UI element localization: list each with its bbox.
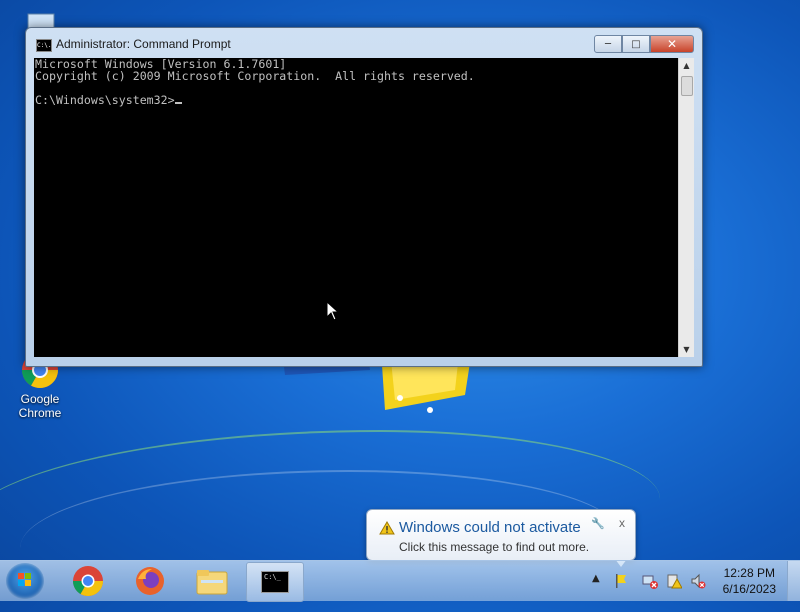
command-prompt-window[interactable]: C:\. Administrator: Command Prompt ─ □ ✕… [25,27,703,367]
minimize-button[interactable]: ─ [594,35,622,53]
cmd-icon: C:\_ [261,571,289,593]
taskbar-command-prompt-button[interactable]: C:\_ [246,562,304,602]
desktop-icon-label: Google Chrome [18,392,62,420]
caption-buttons: ─ □ ✕ [594,35,694,53]
taskbar: C:\_ ▲ 12:28 PM 6/16/2023 [0,560,800,602]
maximize-button[interactable]: □ [622,35,650,53]
cmd-icon-text: C:\_ [264,573,281,581]
vertical-scrollbar[interactable]: ▲ ▼ [678,58,694,357]
scroll-up-arrow-icon[interactable]: ▲ [679,58,694,73]
console-prompt: C:\Windows\system32> [35,93,175,107]
title-bar[interactable]: C:\. Administrator: Command Prompt ─ □ ✕ [26,28,702,58]
console-output[interactable]: Microsoft Windows [Version 6.1.7601] Cop… [34,58,678,357]
wrench-options-icon[interactable]: 🔧 [591,517,605,530]
activation-notification-balloon[interactable]: Windows could not activate Click this me… [366,509,636,567]
console-line: Copyright (c) 2009 Microsoft Corporation… [35,69,475,83]
action-center-flag-icon[interactable] [614,573,628,592]
mouse-pointer-icon [326,300,340,325]
windows-logo-icon [18,573,31,586]
system-clock[interactable]: 12:28 PM 6/16/2023 [723,565,776,597]
cmd-window-icon[interactable]: C:\. [36,39,52,52]
window-title: Administrator: Command Prompt [56,37,231,51]
clock-date: 6/16/2023 [722,582,776,596]
firefox-icon [136,567,164,595]
text-cursor [174,102,182,104]
chrome-icon [73,566,103,597]
warning-icon [379,521,395,540]
close-button[interactable]: ✕ [650,35,694,53]
start-button[interactable] [6,563,44,599]
network-error-icon[interactable] [642,573,658,592]
balloon-message[interactable]: Click this message to find out more. [399,540,589,554]
power-warning-icon[interactable] [666,573,683,592]
taskbar-chrome-button[interactable] [60,562,116,600]
volume-muted-icon[interactable] [690,573,706,592]
show-desktop-button[interactable] [787,561,800,601]
scroll-down-arrow-icon[interactable]: ▼ [679,342,694,357]
clock-time: 12:28 PM [723,566,775,580]
show-hidden-icons-arrow-icon[interactable]: ▲ [592,573,600,584]
folder-icon [196,570,228,595]
balloon-close-button[interactable]: x [619,516,625,530]
taskbar-explorer-button[interactable] [184,562,240,600]
balloon-title[interactable]: Windows could not activate [399,519,581,536]
console-prompt-line: C:\Windows\system32> [35,94,678,106]
taskbar-firefox-button[interactable] [122,562,178,600]
scroll-thumb[interactable] [681,76,693,96]
